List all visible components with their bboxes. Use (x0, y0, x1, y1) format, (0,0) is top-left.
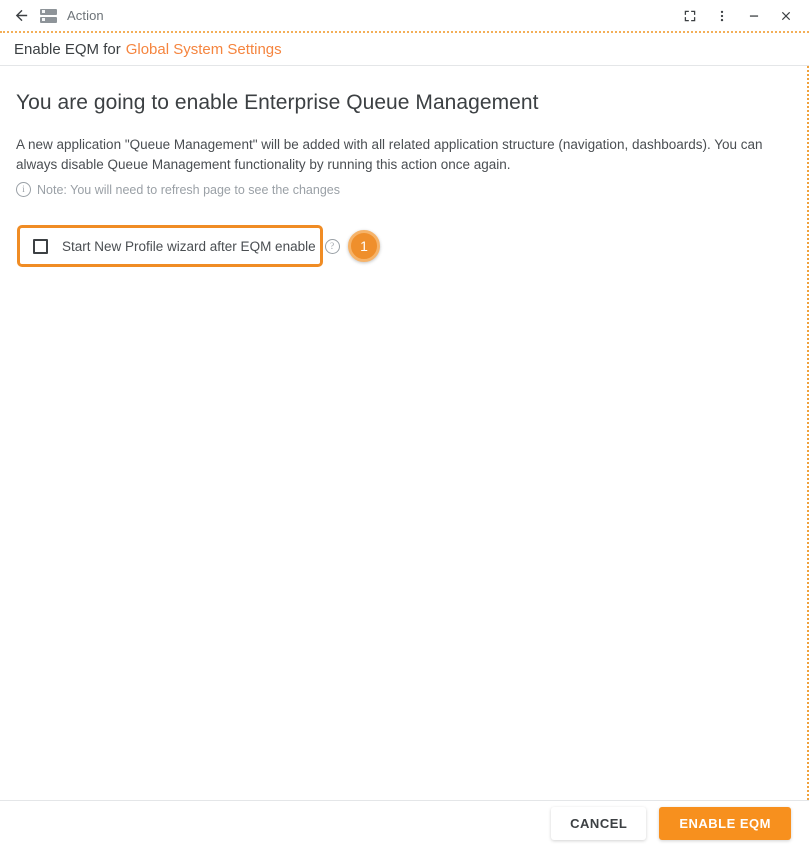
enable-eqm-button[interactable]: ENABLE EQM (659, 806, 791, 840)
step-badge-1: 1 (348, 230, 380, 262)
dialog-body: You are going to enable Enterprise Queue… (0, 66, 809, 800)
minimize-icon[interactable] (739, 3, 769, 29)
note-row: i Note: You will need to refresh page to… (16, 182, 793, 197)
note-text: Note: You will need to refresh page to s… (37, 182, 340, 197)
window-controls (675, 3, 801, 29)
help-question-icon[interactable]: ? (324, 238, 340, 254)
back-arrow-icon[interactable] (12, 7, 30, 25)
action-header: Enable EQM for Global System Settings (0, 33, 809, 66)
start-wizard-checkbox-row[interactable]: Start New Profile wizard after EQM enabl… (17, 225, 340, 267)
action-header-target-link[interactable]: Global System Settings (126, 41, 282, 58)
window-titlebar: Action (0, 0, 809, 31)
page-title: You are going to enable Enterprise Queue… (16, 91, 539, 114)
start-wizard-checkbox[interactable] (33, 238, 48, 254)
vertical-dots-icon[interactable] (707, 3, 737, 29)
cancel-button[interactable]: CANCEL (551, 806, 647, 840)
info-icon: i (16, 182, 31, 197)
close-icon[interactable] (771, 3, 801, 29)
server-rack-icon (40, 7, 57, 24)
action-header-prefix: Enable EQM for (14, 40, 121, 58)
dialog-footer: CANCEL ENABLE EQM (0, 800, 809, 845)
start-wizard-checkbox-label: Start New Profile wizard after EQM enabl… (62, 238, 316, 254)
titlebar-left-group: Action (12, 7, 675, 25)
fullscreen-icon[interactable] (675, 3, 705, 29)
titlebar-dotted-divider (0, 31, 809, 33)
window-title: Action (67, 8, 104, 23)
description-text: A new application "Queue Management" wil… (16, 137, 763, 172)
action-dialog-window: Action Enable EQM for Global System Sett… (0, 0, 809, 845)
highlighted-option-region: Start New Profile wizard after EQM enabl… (14, 225, 793, 269)
